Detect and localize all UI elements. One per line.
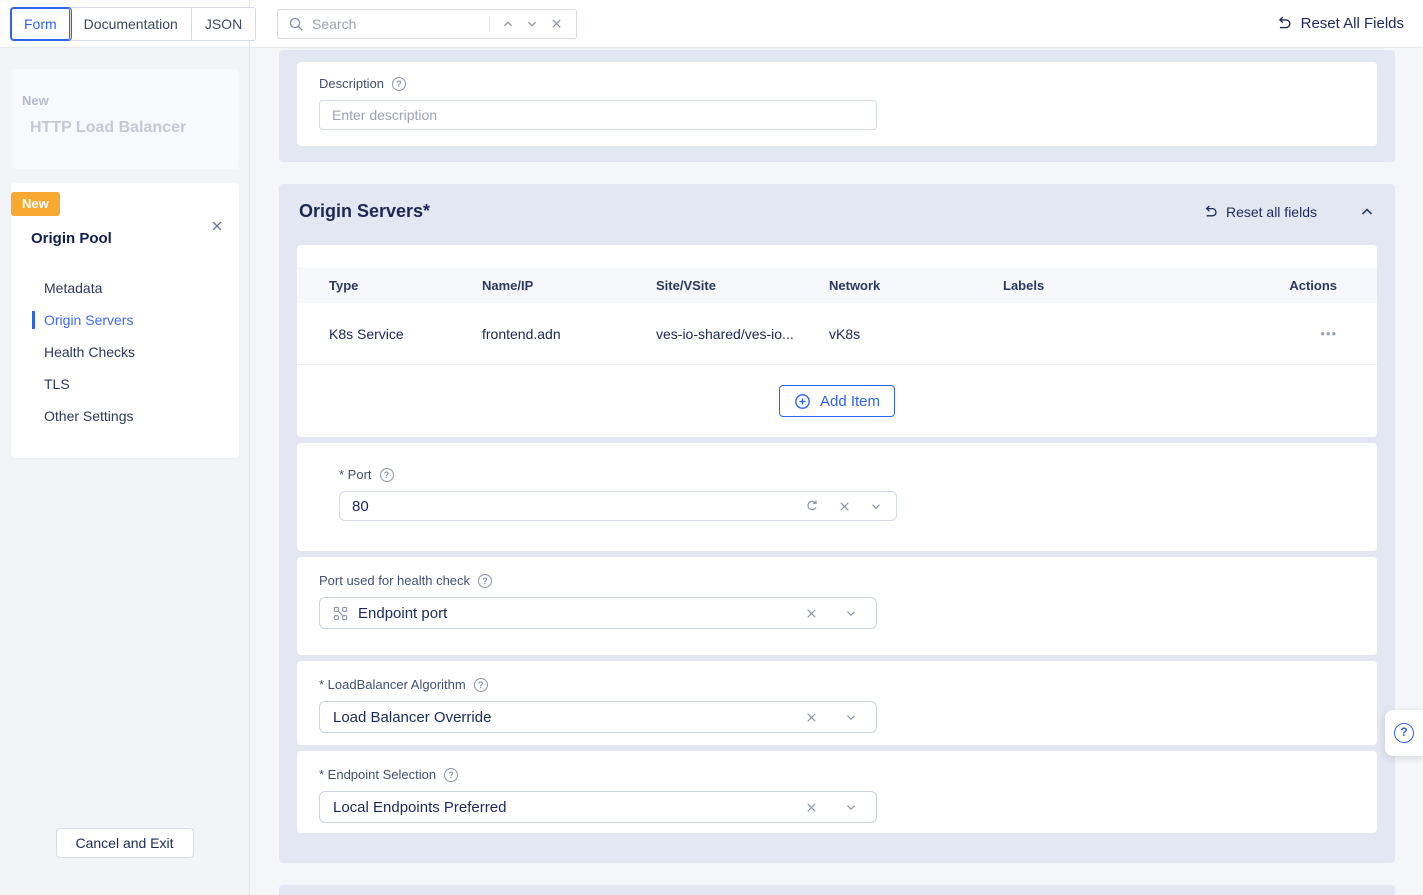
search-clear-icon[interactable] [544, 12, 568, 36]
reset-section-fields-button[interactable]: Reset all fields [1202, 204, 1317, 220]
form-section-nav: Metadata Origin Servers Health Checks TL… [11, 272, 239, 432]
help-flyout-button[interactable]: ? [1385, 710, 1423, 756]
health-check-port-value: Endpoint port [358, 605, 799, 622]
search-icon [288, 16, 304, 32]
help-icon[interactable]: ? [392, 77, 406, 91]
clear-value-icon[interactable] [836, 498, 852, 514]
sidebar-item-metadata[interactable]: Metadata [11, 272, 239, 304]
add-item-label: Add Item [820, 393, 880, 410]
lb-algorithm-select[interactable]: Load Balancer Override [319, 701, 877, 733]
chevron-down-icon[interactable] [839, 601, 863, 625]
health-check-port-card: Port used for health check ? Endpoint po… [297, 557, 1377, 655]
reset-all-fields-button[interactable]: Reset All Fields [1275, 15, 1404, 32]
help-icon[interactable]: ? [380, 468, 394, 482]
endpoint-selection-card: * Endpoint Selection ? Local Endpoints P… [297, 751, 1377, 833]
search-box [277, 9, 577, 39]
column-type: Type [329, 278, 482, 293]
reset-icon [1275, 15, 1292, 32]
reset-icon [1202, 204, 1218, 220]
help-icon[interactable]: ? [444, 768, 458, 782]
main-area: Reset All Fields Description ? Origin Se… [250, 0, 1423, 895]
chevron-down-icon[interactable] [839, 705, 863, 729]
clear-value-icon[interactable] [799, 601, 823, 625]
wizard-current-card: New Origin Pool Metadata Origin Servers … [11, 183, 239, 458]
collapse-section-icon[interactable] [1359, 204, 1375, 220]
add-item-button[interactable]: Add Item [779, 385, 895, 417]
main-header: Reset All Fields [250, 0, 1423, 48]
reset-section-fields-label: Reset all fields [1226, 204, 1317, 220]
search-next-icon[interactable] [520, 12, 544, 36]
new-badge: New [11, 192, 60, 216]
tab-form[interactable]: Form [11, 8, 71, 40]
help-icon[interactable]: ? [478, 574, 492, 588]
endpoint-selection-label: * Endpoint Selection [319, 767, 436, 782]
parent-card-title: HTTP Load Balancer [30, 119, 227, 137]
table-row: K8s Service frontend.adn ves-io-shared/v… [297, 303, 1377, 365]
help-icon: ? [1394, 723, 1414, 743]
add-item-area: Add Item [297, 365, 1377, 437]
tab-documentation[interactable]: Documentation [71, 8, 192, 40]
reset-all-fields-label: Reset All Fields [1301, 15, 1404, 32]
column-labels: Labels [1003, 278, 1277, 293]
close-icon[interactable] [208, 217, 226, 235]
sidebar-item-health-checks[interactable]: Health Checks [11, 336, 239, 368]
sidebar-item-tls[interactable]: TLS [11, 368, 239, 400]
column-site-vsite: Site/VSite [656, 278, 829, 293]
next-section-stub [279, 885, 1395, 895]
port-card: * Port ? [297, 443, 1377, 551]
search-divider [489, 16, 490, 32]
refresh-icon[interactable] [804, 498, 820, 514]
origin-servers-section: Origin Servers* Reset all fields [279, 184, 1395, 863]
plus-circle-icon [794, 393, 811, 410]
section-title: Origin Servers* [299, 201, 430, 222]
cancel-and-exit-button[interactable]: Cancel and Exit [55, 828, 193, 858]
app-root: Form Documentation JSON New HTTP Load Ba… [0, 0, 1423, 895]
search-input[interactable] [312, 16, 485, 32]
clear-value-icon[interactable] [799, 795, 823, 819]
sidebar: Form Documentation JSON New HTTP Load Ba… [0, 0, 250, 895]
form-content: Description ? Origin Servers* R [250, 48, 1423, 895]
description-label: Description [319, 76, 384, 91]
search-prev-icon[interactable] [496, 12, 520, 36]
lb-algorithm-value: Load Balancer Override [333, 709, 799, 726]
lb-algorithm-card: * LoadBalancer Algorithm ? Load Balancer… [297, 661, 1377, 745]
view-tab-bar: Form Documentation JSON [0, 0, 249, 48]
parent-card-eyebrow: New [22, 93, 227, 108]
chevron-down-icon[interactable] [839, 795, 863, 819]
column-name-ip: Name/IP [482, 278, 656, 293]
health-check-port-label: Port used for health check [319, 573, 470, 588]
row-actions-menu-icon[interactable]: ••• [1277, 326, 1337, 341]
endpoint-selection-select[interactable]: Local Endpoints Preferred [319, 791, 877, 823]
description-card: Description ? [297, 62, 1377, 146]
sidebar-item-origin-servers[interactable]: Origin Servers [11, 304, 239, 336]
column-network: Network [829, 278, 1003, 293]
origin-servers-header: Origin Servers* Reset all fields [297, 184, 1377, 239]
metadata-section: Description ? [279, 50, 1395, 162]
description-input[interactable] [319, 100, 877, 130]
view-tabs: Form Documentation JSON [10, 7, 256, 41]
cell-site-vsite: ves-io-shared/ves-io... [656, 326, 829, 342]
sidebar-item-other-settings[interactable]: Other Settings [11, 400, 239, 432]
column-actions: Actions [1277, 278, 1337, 293]
clear-value-icon[interactable] [799, 705, 823, 729]
cell-network: vK8s [829, 326, 1003, 342]
wizard-parent-card[interactable]: New HTTP Load Balancer [11, 69, 239, 169]
table-header-row: Type Name/IP Site/VSite Network Labels A… [297, 267, 1377, 303]
port-label: * Port [339, 467, 372, 482]
tab-json[interactable]: JSON [192, 8, 255, 40]
lb-algorithm-label: * LoadBalancer Algorithm [319, 677, 466, 692]
endpoint-selection-value: Local Endpoints Preferred [333, 799, 799, 816]
health-check-port-select[interactable]: Endpoint port [319, 597, 877, 629]
cell-type: K8s Service [329, 326, 482, 342]
endpoint-nodes-icon [333, 606, 348, 621]
cell-name-ip: frontend.adn [482, 326, 656, 342]
help-icon[interactable]: ? [474, 678, 488, 692]
chevron-down-icon[interactable] [868, 498, 884, 514]
origin-servers-table-card: Type Name/IP Site/VSite Network Labels A… [297, 245, 1377, 437]
